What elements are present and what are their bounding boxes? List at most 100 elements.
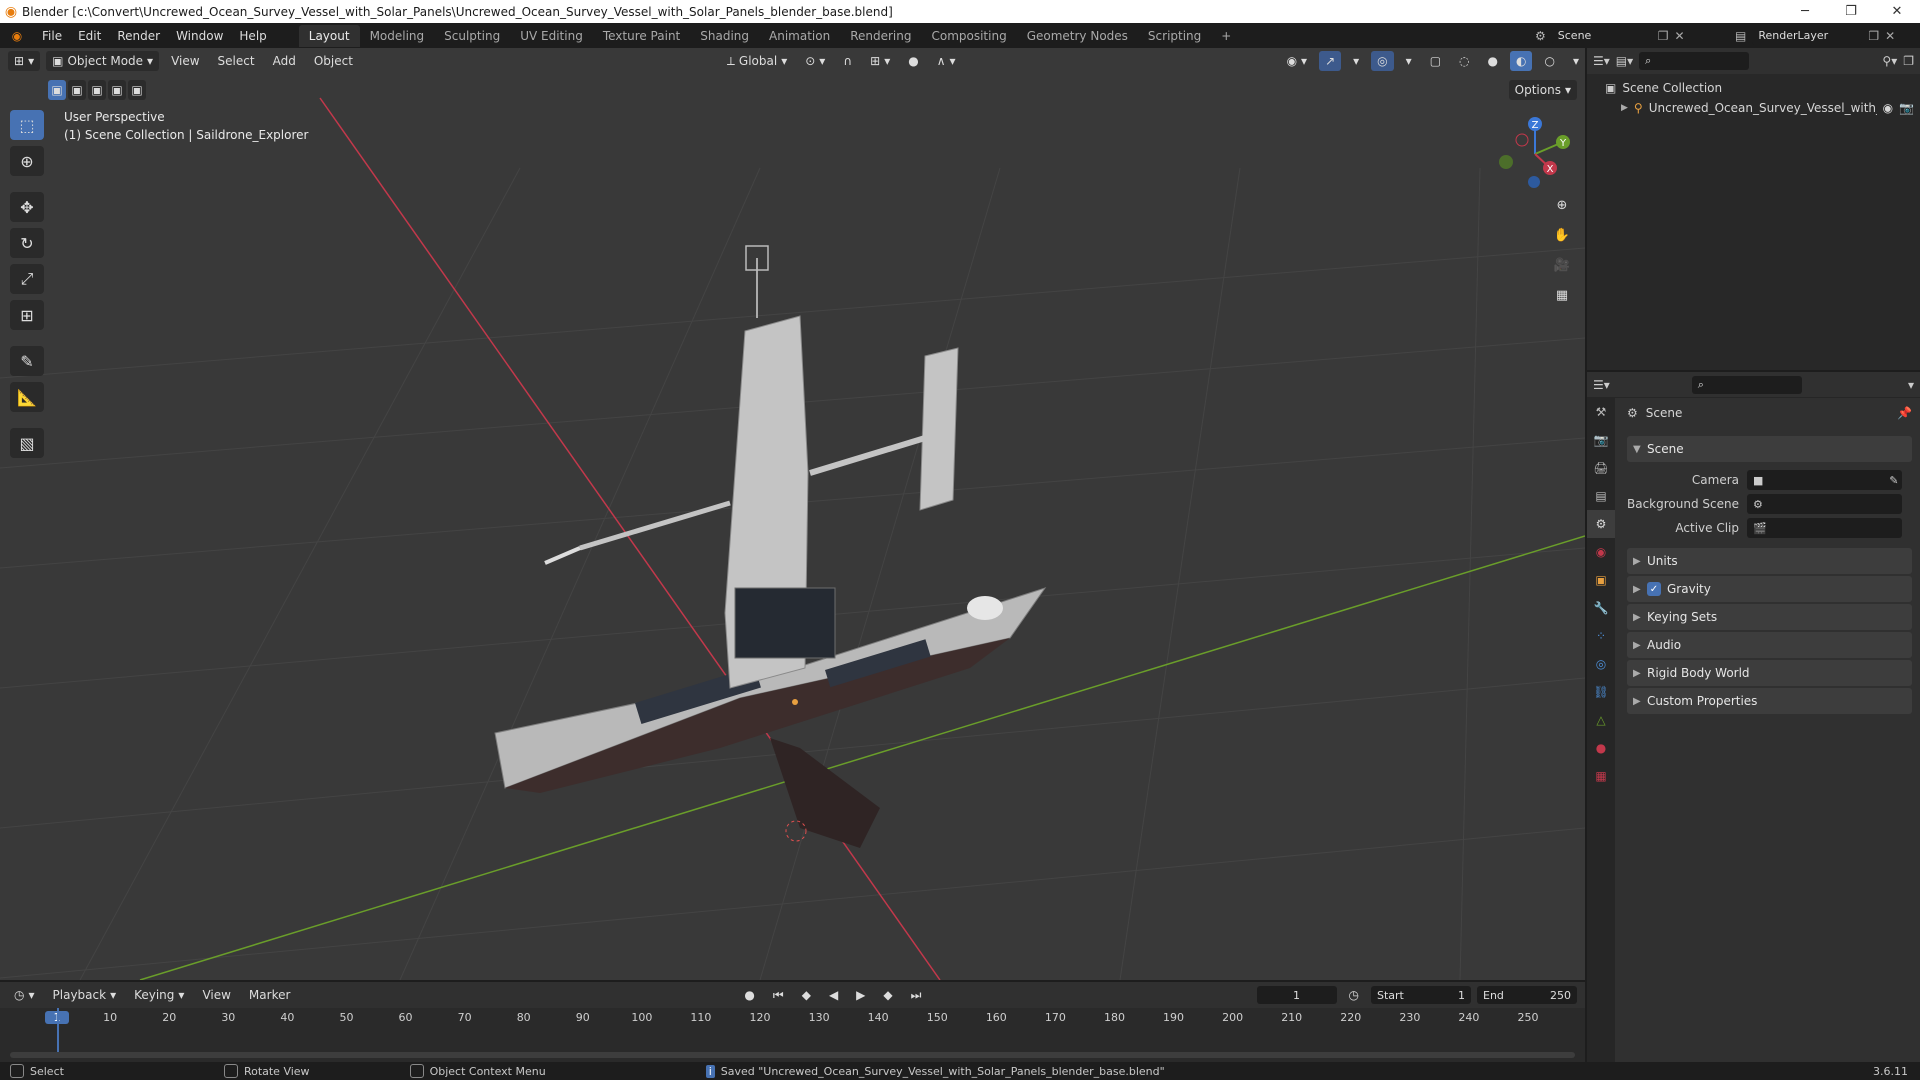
properties-options-icon[interactable]: ▾ — [1908, 378, 1914, 392]
renderlayer-name-field[interactable]: RenderLayer — [1752, 26, 1863, 45]
timeline-view-menu[interactable]: View — [196, 985, 236, 1005]
cursor-tool[interactable]: ⊕ — [10, 146, 44, 176]
jump-start-button[interactable]: ⏮ — [767, 985, 790, 1005]
audio-panel[interactable]: ▶ Audio — [1627, 632, 1912, 658]
display-mode-icon[interactable]: ▤▾ — [1616, 54, 1633, 68]
ortho-grid-icon[interactable]: ▦ — [1549, 282, 1575, 308]
tab-rendering[interactable]: Rendering — [840, 25, 921, 47]
gizmo-toggle[interactable]: ↗ — [1319, 51, 1342, 71]
next-keyframe-button[interactable]: ◆ — [877, 985, 898, 1005]
tab-sculpting[interactable]: Sculpting — [434, 25, 510, 47]
material-shading-button[interactable]: ◐ — [1510, 51, 1533, 71]
gizmo-neg-z-icon[interactable] — [1528, 176, 1540, 188]
object-menu[interactable]: Object — [308, 51, 359, 71]
editor-type-button[interactable]: ⊞ ▾ — [8, 51, 41, 71]
menu-edit[interactable]: Edit — [70, 25, 109, 47]
render-camera-icon[interactable]: 📷 — [1899, 101, 1914, 115]
pivot-point-button[interactable]: ⊙ ▾ — [799, 51, 831, 71]
view-menu[interactable]: View — [165, 51, 205, 71]
eyedropper-icon[interactable]: ✎ — [1889, 474, 1902, 487]
scene-selector[interactable]: ⚙ Scene ❐ ✕ — [1535, 26, 1735, 45]
gravity-checkbox[interactable]: ✓ — [1647, 582, 1661, 596]
overlay-dropdown[interactable]: ▾ — [1400, 51, 1418, 71]
new-scene-icon[interactable]: ❐ — [1658, 29, 1669, 43]
record-button[interactable]: ● — [738, 985, 760, 1005]
select-extend-icon[interactable]: ▣ — [68, 80, 86, 100]
select-box-tool[interactable]: ⬚ — [10, 110, 44, 140]
play-reverse-button[interactable]: ◀ — [823, 985, 844, 1005]
add-menu[interactable]: Add — [267, 51, 302, 71]
rotate-tool[interactable]: ↻ — [10, 228, 44, 258]
falloff-button[interactable]: ∧ ▾ — [931, 51, 962, 71]
keying-sets-panel[interactable]: ▶ Keying Sets — [1627, 604, 1912, 630]
renderlayer-selector[interactable]: ▤ RenderLayer ❐ ✕ — [1735, 26, 1920, 45]
shading-dropdown[interactable]: ▾ — [1567, 51, 1585, 71]
add-cube-tool[interactable]: ▧ — [10, 428, 44, 458]
gizmo-dropdown[interactable]: ▾ — [1347, 51, 1365, 71]
start-frame-field[interactable]: Start 1 — [1371, 986, 1471, 1004]
tab-modeling[interactable]: Modeling — [360, 25, 435, 47]
add-workspace-button[interactable]: + — [1211, 25, 1241, 47]
pin-icon[interactable]: 📌 — [1897, 406, 1912, 420]
mode-selector[interactable]: ▣ Object Mode ▾ — [46, 51, 160, 71]
tab-geometry-nodes[interactable]: Geometry Nodes — [1017, 25, 1138, 47]
marker-menu[interactable]: Marker — [243, 985, 296, 1005]
select-subtract-icon[interactable]: ▣ — [88, 80, 106, 100]
outliner-item[interactable]: ▶ ⚲ Uncrewed_Ocean_Survey_Vessel_with_ ◉… — [1593, 98, 1914, 118]
close-button[interactable]: ✕ — [1874, 0, 1920, 23]
select-invert-icon[interactable]: ▣ — [108, 80, 126, 100]
zoom-icon[interactable]: ⊕ — [1549, 192, 1575, 218]
play-button[interactable]: ▶ — [850, 985, 871, 1005]
current-frame-field[interactable]: 1 — [1256, 986, 1337, 1004]
units-panel[interactable]: ▶ Units — [1627, 548, 1912, 574]
filter-icon[interactable]: ⚲▾ — [1882, 54, 1897, 68]
expand-arrow-icon[interactable]: ▶ — [1621, 103, 1628, 113]
proportional-editing-toggle[interactable]: ● — [902, 51, 924, 71]
end-frame-field[interactable]: End 250 — [1477, 986, 1577, 1004]
jump-end-button[interactable]: ⏭ — [905, 985, 928, 1005]
wireframe-shading-button[interactable]: ◌ — [1453, 51, 1475, 71]
texture-tab-icon[interactable]: ▦ — [1587, 762, 1615, 790]
select-intersect-icon[interactable]: ▣ — [128, 80, 146, 100]
material-tab-icon[interactable]: ● — [1587, 734, 1615, 762]
prev-keyframe-button[interactable]: ◆ — [796, 985, 817, 1005]
menu-window[interactable]: Window — [168, 25, 231, 47]
xray-toggle[interactable]: ▢ — [1424, 51, 1447, 71]
tab-compositing[interactable]: Compositing — [921, 25, 1016, 47]
transform-tool[interactable]: ⊞ — [10, 300, 44, 330]
rigid-body-world-panel[interactable]: ▶ Rigid Body World — [1627, 660, 1912, 686]
tab-texture-paint[interactable]: Texture Paint — [593, 25, 690, 47]
preview-range-toggle[interactable]: ◷ — [1343, 985, 1365, 1005]
gizmo-neg-y-icon[interactable] — [1499, 155, 1513, 169]
tab-uv-editing[interactable]: UV Editing — [510, 25, 593, 47]
snap-target-button[interactable]: ⊞ ▾ — [864, 51, 896, 71]
annotate-tool[interactable]: ✎ — [10, 346, 44, 376]
vessel-model[interactable] — [494, 245, 1047, 848]
restore-button[interactable]: ❐ — [1828, 0, 1874, 23]
tab-layout[interactable]: Layout — [298, 24, 360, 47]
move-tool[interactable]: ✥ — [10, 192, 44, 222]
tab-scripting[interactable]: Scripting — [1138, 25, 1211, 47]
playhead[interactable] — [57, 1008, 59, 1056]
custom-properties-panel[interactable]: ▶ Custom Properties — [1627, 688, 1912, 714]
scale-tool[interactable]: ⤢ — [10, 264, 44, 294]
gizmo-neg-x-icon[interactable] — [1515, 133, 1529, 147]
properties-editor-icon[interactable]: ☰▾ — [1593, 378, 1610, 392]
menu-file[interactable]: File — [34, 25, 70, 47]
blender-menu-icon[interactable]: ◉ — [0, 29, 34, 43]
menu-render[interactable]: Render — [109, 25, 168, 47]
snap-toggle[interactable]: ∩ — [837, 51, 858, 71]
keying-menu[interactable]: Keying ▾ — [128, 985, 190, 1005]
outliner-root[interactable]: ▣ Scene Collection — [1593, 78, 1914, 98]
measure-tool[interactable]: 📐 — [10, 382, 44, 412]
overlay-toggle[interactable]: ◎ — [1371, 51, 1394, 71]
timeline-track[interactable]: 1102030405060708090100110120130140150160… — [0, 1008, 1585, 1062]
background-scene-field[interactable]: ⚙ — [1747, 494, 1902, 514]
visibility-eye-icon[interactable]: ◉ — [1883, 101, 1893, 115]
active-clip-field[interactable]: 🎬 — [1747, 518, 1902, 538]
select-menu[interactable]: Select — [212, 51, 261, 71]
camera-view-icon[interactable]: 🎥 — [1549, 252, 1575, 278]
scene-panel-header[interactable]: ▼ Scene — [1627, 436, 1912, 462]
tab-shading[interactable]: Shading — [690, 25, 759, 47]
tab-animation[interactable]: Animation — [759, 25, 840, 47]
